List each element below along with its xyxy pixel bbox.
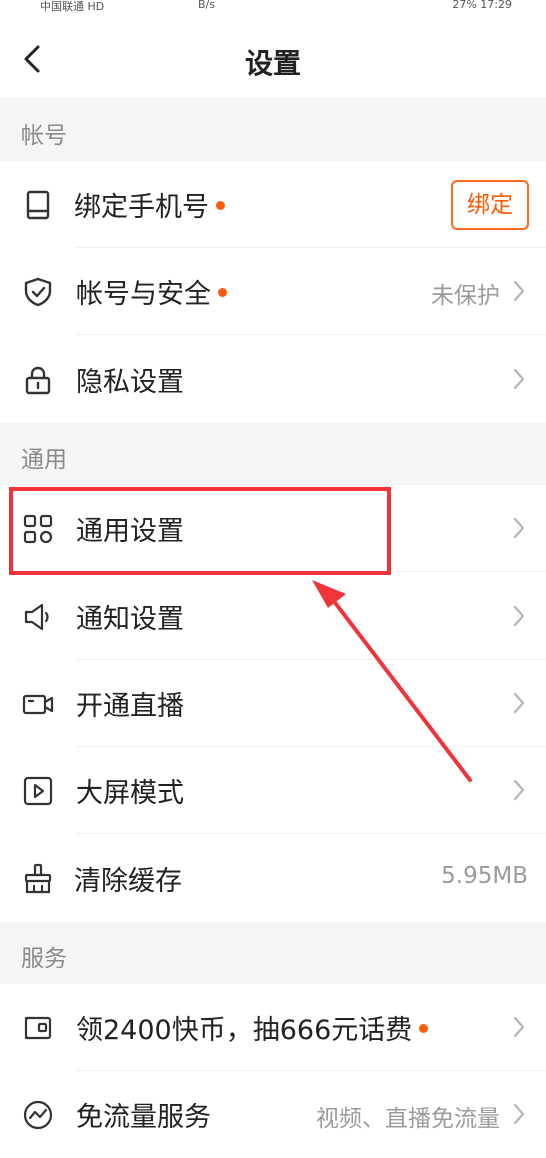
shield-icon bbox=[24, 277, 52, 307]
carrier-label: 中国联通 HD bbox=[40, 0, 105, 13]
row-coins[interactable]: 领2400快币，抽666元话费 bbox=[0, 984, 546, 1071]
chevron-right-icon bbox=[513, 1103, 525, 1125]
cache-size: 5.95MB bbox=[441, 863, 528, 889]
row-bigscreen[interactable]: 大屏模式 bbox=[0, 747, 546, 834]
notice-dot bbox=[218, 288, 227, 297]
row-live[interactable]: 开通直播 bbox=[0, 660, 546, 747]
row-label: 领2400快币，抽666元话费 bbox=[76, 1008, 429, 1047]
chevron-right-icon bbox=[513, 779, 525, 801]
chevron-right-icon bbox=[513, 368, 525, 390]
row-label: 清除缓存 bbox=[74, 866, 182, 897]
row-label: 通知设置 bbox=[76, 604, 184, 635]
row-bind-phone[interactable]: 绑定手机号 绑定 bbox=[0, 161, 546, 248]
highlight-box bbox=[9, 487, 391, 575]
bind-button[interactable]: 绑定 bbox=[451, 180, 529, 230]
play-icon bbox=[23, 776, 53, 806]
row-clear-cache[interactable]: 清除缓存 5.95MB bbox=[0, 835, 546, 922]
notice-dot bbox=[216, 201, 225, 210]
chevron-right-icon bbox=[513, 605, 525, 627]
chevron-right-icon bbox=[513, 280, 525, 302]
row-label: 隐私设置 bbox=[76, 367, 184, 398]
battery-time: 27% 17:29 bbox=[452, 0, 512, 11]
status-bar: 中国联通 HD B/s 27% 17:29 bbox=[0, 0, 546, 14]
chevron-right-icon bbox=[513, 517, 525, 539]
phone-icon bbox=[26, 190, 50, 220]
row-label: 大屏模式 bbox=[76, 778, 184, 809]
divider bbox=[76, 334, 546, 335]
section-header-account: 帐号 bbox=[0, 99, 546, 161]
header-bar: 设置 bbox=[0, 14, 546, 99]
security-status: 未保护 bbox=[431, 283, 500, 309]
row-free-data[interactable]: 免流量服务 视频、直播免流量 bbox=[0, 1071, 546, 1158]
section-title: 帐号 bbox=[21, 123, 67, 149]
row-label: 绑定手机号 bbox=[74, 185, 225, 224]
chevron-right-icon bbox=[513, 1016, 525, 1038]
broom-icon bbox=[24, 863, 52, 894]
row-label: 免流量服务 bbox=[76, 1102, 211, 1133]
row-privacy[interactable]: 隐私设置 bbox=[0, 336, 546, 423]
camera-icon bbox=[22, 694, 54, 715]
network-speed: B/s bbox=[198, 0, 215, 11]
row-label: 开通直播 bbox=[76, 691, 184, 722]
divider bbox=[76, 833, 546, 834]
section-title: 通用 bbox=[21, 447, 67, 473]
row-account-security[interactable]: 帐号与安全 未保护 bbox=[0, 248, 546, 335]
speaker-icon bbox=[24, 603, 49, 631]
section-header-services: 服务 bbox=[0, 922, 546, 984]
notice-dot bbox=[419, 1024, 429, 1033]
section-header-general: 通用 bbox=[0, 423, 546, 485]
row-notification[interactable]: 通知设置 bbox=[0, 573, 546, 660]
free-data-status: 视频、直播免流量 bbox=[316, 1106, 500, 1132]
row-label: 帐号与安全 bbox=[76, 272, 227, 311]
lock-icon bbox=[25, 366, 51, 395]
chevron-right-icon bbox=[513, 692, 525, 714]
page-title: 设置 bbox=[244, 47, 301, 80]
wallet-icon bbox=[24, 1016, 52, 1040]
section-title: 服务 bbox=[21, 946, 67, 972]
activity-icon bbox=[23, 1100, 53, 1130]
